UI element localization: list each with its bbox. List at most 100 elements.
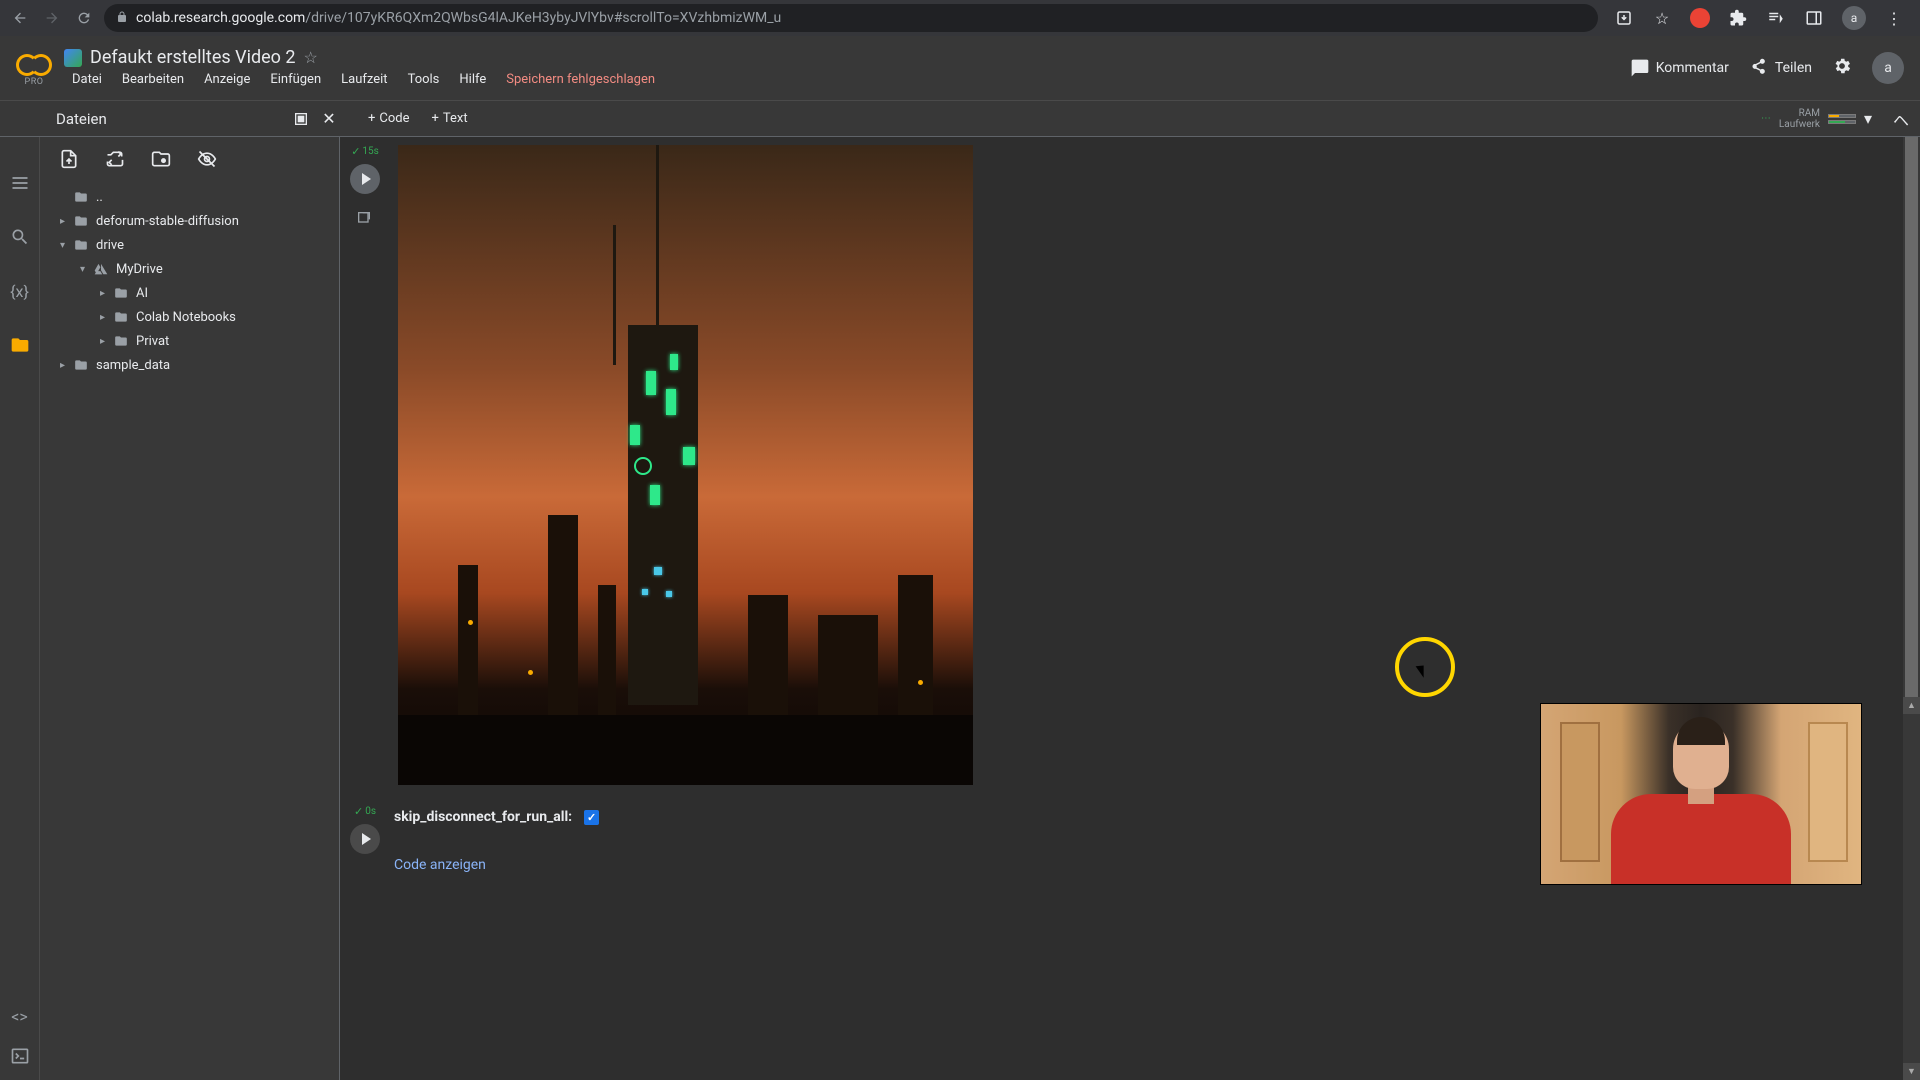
play-icon xyxy=(362,833,371,845)
insert-text-label: Text xyxy=(443,111,468,126)
clear-output-icon[interactable] xyxy=(356,210,374,228)
webcam-overlay xyxy=(1540,703,1862,885)
colab-logo-icon xyxy=(16,49,52,75)
menu-bearbeiten[interactable]: Bearbeiten xyxy=(114,70,192,89)
tree-label: deforum-stable-diffusion xyxy=(96,214,239,229)
tree-label: MyDrive xyxy=(116,262,163,277)
insert-text-button[interactable]: + Text xyxy=(424,107,476,130)
menu-hilfe[interactable]: Hilfe xyxy=(451,70,494,89)
file-tree: .. ▸deforum-stable-diffusion ▾drive ▾MyD… xyxy=(40,181,339,381)
code-snippets-icon[interactable]: <> xyxy=(8,1004,32,1028)
user-avatar[interactable]: a xyxy=(1872,52,1904,84)
menu-einfuegen[interactable]: Einfügen xyxy=(262,70,329,89)
cell-output-image xyxy=(398,145,973,785)
ram-bar xyxy=(1828,114,1856,118)
param-label: skip_disconnect_for_run_all: xyxy=(394,809,572,825)
run-cell-button[interactable] xyxy=(350,164,380,194)
colab-logo-area[interactable]: PRO xyxy=(16,49,52,87)
tree-up[interactable]: .. xyxy=(40,185,339,209)
tree-ai[interactable]: ▸AI xyxy=(40,281,339,305)
install-app-icon[interactable] xyxy=(1614,8,1634,28)
tree-sample-data[interactable]: ▸sample_data xyxy=(40,353,339,377)
drive-doc-icon xyxy=(64,49,82,67)
terminal-icon[interactable] xyxy=(8,1044,32,1068)
teilen-label: Teilen xyxy=(1775,60,1812,76)
collapse-toolbar-icon[interactable]: ヘ xyxy=(1890,108,1912,130)
browser-url-bar[interactable]: colab.research.google.com/drive/107yKR6Q… xyxy=(104,4,1598,32)
extension-red-icon[interactable] xyxy=(1690,8,1710,28)
tree-label: drive xyxy=(96,238,124,253)
upload-file-icon[interactable] xyxy=(58,148,80,170)
disk-label: Laufwerk xyxy=(1779,119,1820,130)
share-icon xyxy=(1749,58,1769,78)
connection-status[interactable]: ⋯ RAM Laufwerk ▾ xyxy=(1761,108,1890,130)
colab-header: PRO Defaukt erstelltes Video 2 ☆ Datei B… xyxy=(0,36,1920,101)
menu-bar: Datei Bearbeiten Anzeige Einfügen Laufze… xyxy=(64,70,1630,89)
tree-privat[interactable]: ▸Privat xyxy=(40,329,339,353)
kommentar-button[interactable]: Kommentar xyxy=(1630,58,1729,78)
browser-menu-icon[interactable]: ⋮ xyxy=(1884,8,1904,28)
reading-list-icon[interactable] xyxy=(1766,8,1786,28)
files-toolbar xyxy=(40,137,339,181)
star-icon[interactable]: ☆ xyxy=(304,48,318,67)
browser-back-button[interactable] xyxy=(8,6,32,30)
left-rail: {x} <> xyxy=(0,137,40,1080)
files-icon[interactable] xyxy=(8,333,32,357)
panel-close-icon[interactable]: ✕ xyxy=(318,108,340,130)
param-checkbox[interactable]: ✓ xyxy=(584,810,599,825)
extensions-puzzle-icon[interactable] xyxy=(1728,8,1748,28)
notebook-area[interactable]: ✓15s xyxy=(340,137,1920,1080)
menu-datei[interactable]: Datei xyxy=(64,70,110,89)
tree-label: Privat xyxy=(136,334,169,349)
files-panel: .. ▸deforum-stable-diffusion ▾drive ▾MyD… xyxy=(40,137,340,1080)
variables-icon[interactable]: {x} xyxy=(8,279,32,303)
menu-anzeige[interactable]: Anzeige xyxy=(196,70,258,89)
tree-deforum[interactable]: ▸deforum-stable-diffusion xyxy=(40,209,339,233)
play-icon xyxy=(362,173,371,185)
lock-icon xyxy=(116,11,128,26)
mount-drive-icon[interactable] xyxy=(150,148,172,170)
insert-code-button[interactable]: + Code xyxy=(360,107,418,130)
comment-icon xyxy=(1630,58,1650,78)
kommentar-label: Kommentar xyxy=(1656,60,1729,76)
side-panel-icon[interactable] xyxy=(1804,8,1824,28)
scrollbar-thumb[interactable] xyxy=(1905,137,1918,697)
toc-icon[interactable] xyxy=(8,171,32,195)
insert-code-label: Code xyxy=(379,111,409,126)
panel-popout-icon[interactable] xyxy=(290,108,312,130)
ram-label: RAM xyxy=(1799,108,1820,119)
connection-dropdown-icon[interactable]: ▾ xyxy=(1864,109,1878,128)
cell-exec-status: ✓15s xyxy=(351,145,379,158)
tree-label: AI xyxy=(136,286,148,301)
tree-label: Colab Notebooks xyxy=(136,310,236,325)
toggle-hidden-icon[interactable] xyxy=(196,148,218,170)
document-title[interactable]: Defaukt erstelltes Video 2 xyxy=(90,47,296,68)
browser-bar: colab.research.google.com/drive/107yKR6Q… xyxy=(0,0,1920,36)
url-text: colab.research.google.com/drive/107yKR6Q… xyxy=(136,10,781,26)
browser-profile-avatar[interactable]: a xyxy=(1842,6,1866,30)
notebook-scrollbar[interactable]: ▲ ▼ xyxy=(1903,137,1920,1080)
tree-drive[interactable]: ▾drive xyxy=(40,233,339,257)
search-icon[interactable] xyxy=(8,225,32,249)
cell-exec-status: ✓0s xyxy=(354,805,376,818)
browser-reload-button[interactable] xyxy=(72,6,96,30)
browser-extensions: ☆ a ⋮ xyxy=(1606,6,1912,30)
scrollbar-up-button[interactable]: ▲ xyxy=(1903,697,1920,714)
run-cell-button[interactable] xyxy=(350,824,380,854)
files-panel-title: Dateien xyxy=(56,110,107,128)
tree-label: .. xyxy=(96,190,103,205)
menu-tools[interactable]: Tools xyxy=(400,70,448,89)
browser-forward-button[interactable] xyxy=(40,6,64,30)
save-error-status[interactable]: Speichern fehlgeschlagen xyxy=(498,70,663,89)
tree-label: sample_data xyxy=(96,358,170,373)
refresh-files-icon[interactable] xyxy=(104,148,126,170)
scrollbar-down-button[interactable]: ▼ xyxy=(1903,1063,1920,1080)
connection-dot-icon: ⋯ xyxy=(1761,113,1771,124)
settings-gear-icon[interactable] xyxy=(1832,56,1852,81)
tree-mydrive[interactable]: ▾MyDrive xyxy=(40,257,339,281)
bookmark-star-icon[interactable]: ☆ xyxy=(1652,8,1672,28)
code-cell-1[interactable]: ✓15s xyxy=(340,137,1920,789)
menu-laufzeit[interactable]: Laufzeit xyxy=(333,70,395,89)
tree-colab-notebooks[interactable]: ▸Colab Notebooks xyxy=(40,305,339,329)
teilen-button[interactable]: Teilen xyxy=(1749,58,1812,78)
